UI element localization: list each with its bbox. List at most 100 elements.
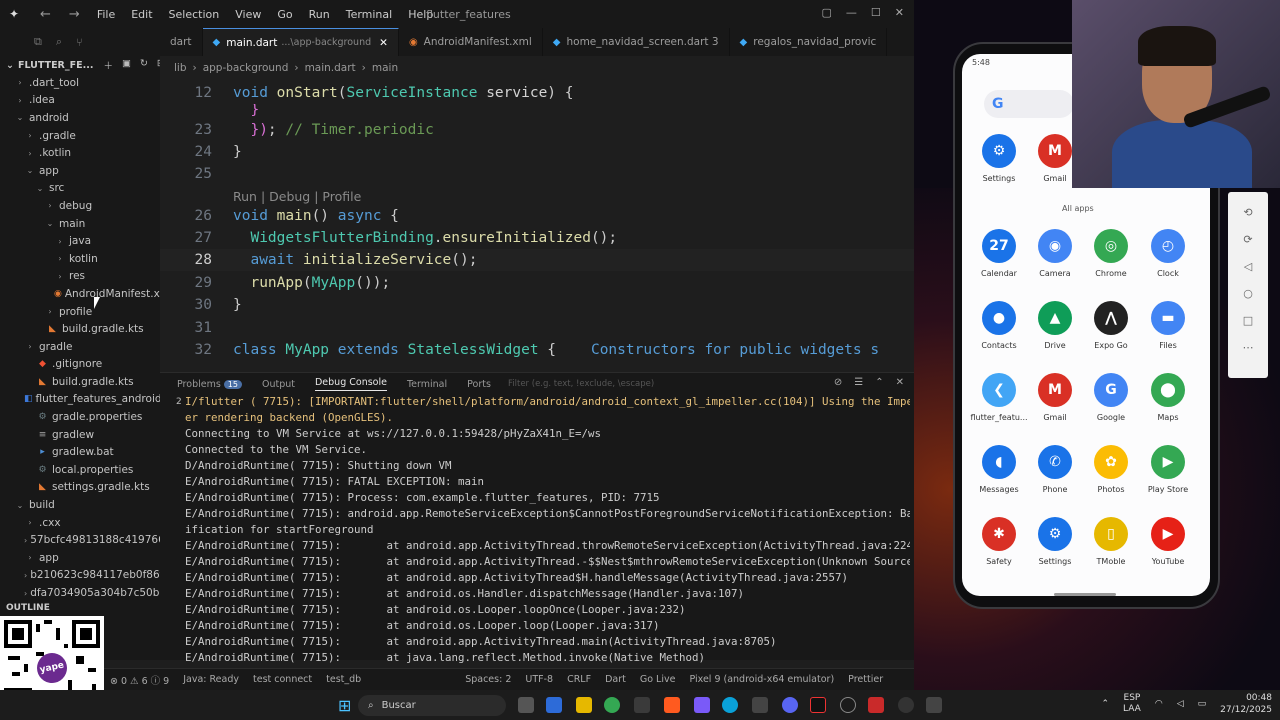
- java-status[interactable]: Java: Ready: [183, 674, 239, 685]
- app-files[interactable]: ▬ Files: [1137, 301, 1199, 350]
- app-drive[interactable]: ▲ Drive: [1024, 301, 1086, 350]
- editor-tab[interactable]: ◉ AndroidManifest.xml: [399, 28, 543, 56]
- debug-console-output[interactable]: I/flutter ( 7715): [IMPORTANT:flutter/sh…: [185, 395, 910, 667]
- editor-tab[interactable]: ◆ main.dart ...\app-background ✕: [202, 28, 399, 56]
- close-tab-icon[interactable]: ✕: [379, 37, 388, 49]
- problems-status[interactable]: ⊗ 0 ⚠ 6 ⓘ 9: [110, 673, 169, 687]
- menu-terminal[interactable]: Terminal: [346, 8, 393, 21]
- app-icon[interactable]: [840, 697, 856, 713]
- editor-tab[interactable]: ◆ regalos_navidad_provic: [730, 28, 888, 56]
- app-contacts[interactable]: ● Contacts: [968, 301, 1030, 350]
- tree-item[interactable]: › app: [0, 549, 160, 567]
- eol-status[interactable]: CRLF: [567, 674, 591, 685]
- outline-section[interactable]: OUTLINE: [0, 603, 160, 617]
- editor-tab[interactable]: dart: [160, 28, 203, 56]
- menu-file[interactable]: File: [97, 8, 115, 21]
- tree-item[interactable]: › debug: [0, 197, 160, 215]
- settings-icon[interactable]: [752, 697, 768, 713]
- overview-icon[interactable]: □: [1243, 314, 1253, 327]
- minimize-icon[interactable]: —: [846, 6, 857, 19]
- back-arrow-icon[interactable]: ←: [40, 7, 51, 22]
- tree-item[interactable]: ⚙ local.properties: [0, 461, 160, 479]
- app-settings[interactable]: ⚙ Settings: [968, 134, 1030, 183]
- app-maps[interactable]: ⬤ Maps: [1137, 373, 1199, 422]
- volume-icon[interactable]: ◁: [1177, 699, 1184, 709]
- app-messages[interactable]: ◖ Messages: [968, 445, 1030, 494]
- app-clock[interactable]: ◴ Clock: [1137, 229, 1199, 278]
- tree-item[interactable]: ⌄ android: [0, 109, 160, 127]
- tree-item[interactable]: › kotlin: [0, 250, 160, 268]
- breadcrumb-item[interactable]: app-background: [203, 62, 289, 74]
- app-flutterfeatu[interactable]: ❮ flutter_featu...: [968, 373, 1030, 422]
- device-status[interactable]: Pixel 9 (android-x64 emulator): [689, 674, 834, 685]
- tree-item[interactable]: › res: [0, 268, 160, 286]
- tree-item[interactable]: ⌄ main: [0, 215, 160, 233]
- tree-item[interactable]: ›dfa7034905a304b7c50be...: [0, 584, 160, 602]
- panel-tab-ports[interactable]: Ports: [467, 379, 491, 390]
- discord-icon[interactable]: [782, 697, 798, 713]
- task-view-icon[interactable]: [518, 697, 534, 713]
- menu-view[interactable]: View: [235, 8, 261, 21]
- google-search-bar[interactable]: G: [984, 90, 1074, 118]
- tree-item[interactable]: ◣ build.gradle.kts: [0, 373, 160, 391]
- gesture-bar[interactable]: [1054, 593, 1116, 596]
- back-icon[interactable]: ◁: [1244, 260, 1252, 273]
- app-icon[interactable]: [868, 697, 884, 713]
- app-safety[interactable]: ✱ Safety: [968, 517, 1030, 566]
- app-gmail[interactable]: M Gmail: [1024, 373, 1086, 422]
- tree-item[interactable]: ◣ build.gradle.kts: [0, 320, 160, 338]
- code-line[interactable]: 24}: [160, 141, 914, 163]
- close-panel-icon[interactable]: ✕: [896, 377, 904, 388]
- test-db-status[interactable]: test_db: [326, 674, 361, 685]
- app-phone[interactable]: ✆ Phone: [1024, 445, 1086, 494]
- tree-item[interactable]: › gradle: [0, 338, 160, 356]
- terminal-icon[interactable]: [926, 697, 942, 713]
- panel-tab-problems[interactable]: Problems 15: [177, 379, 242, 390]
- tree-item[interactable]: ⌄ build: [0, 496, 160, 514]
- explorer-header[interactable]: ⌄ FLUTTER_FE... ＋ ▣ ↻ ⊟: [0, 56, 160, 74]
- tree-item[interactable]: ◆ .gitignore: [0, 356, 160, 374]
- new-folder-icon[interactable]: ▣: [122, 58, 131, 72]
- close-icon[interactable]: ✕: [895, 6, 904, 19]
- code-line[interactable]: 25: [160, 163, 914, 185]
- app-calendar[interactable]: 27 Calendar: [968, 229, 1030, 278]
- code-line[interactable]: 26 void main() async {: [160, 205, 914, 227]
- tiktok-icon[interactable]: [810, 697, 826, 713]
- tree-item[interactable]: ⚙ gradle.properties: [0, 408, 160, 426]
- clock[interactable]: 00:48 27/12/2025: [1220, 692, 1272, 716]
- language-status[interactable]: Dart: [605, 674, 626, 685]
- list-icon[interactable]: ☰: [854, 377, 863, 388]
- code-line[interactable]: 31: [160, 317, 914, 339]
- tree-item[interactable]: ⌄ src: [0, 180, 160, 198]
- code-line[interactable]: 30}: [160, 294, 914, 316]
- app-playstore[interactable]: ▶ Play Store: [1137, 445, 1199, 494]
- app-icon[interactable]: [694, 697, 710, 713]
- rotate-right-icon[interactable]: ⟳: [1243, 233, 1252, 246]
- panel-tab-terminal[interactable]: Terminal: [407, 379, 447, 390]
- menu-edit[interactable]: Edit: [131, 8, 152, 21]
- forward-arrow-icon[interactable]: →: [69, 7, 80, 22]
- tree-item[interactable]: ›57bcfc49813188c419766...: [0, 531, 160, 549]
- brave-icon[interactable]: [664, 697, 680, 713]
- tree-item[interactable]: › java: [0, 232, 160, 250]
- panel-tab-debug-console[interactable]: Debug Console: [314, 377, 387, 391]
- tree-item[interactable]: › profile: [0, 303, 160, 321]
- clear-console-icon[interactable]: ⊘: [834, 377, 842, 388]
- tree-item[interactable]: ◣ settings.gradle.kts: [0, 479, 160, 497]
- file-explorer-icon[interactable]: [576, 697, 592, 713]
- maximize-icon[interactable]: ☐: [871, 6, 881, 19]
- tree-item[interactable]: ◧flutter_features_android.iml: [0, 391, 160, 409]
- tree-item[interactable]: ▸ gradlew.bat: [0, 443, 160, 461]
- encoding-status[interactable]: UTF-8: [525, 674, 553, 685]
- editor-tab[interactable]: ◆ home_navidad_screen.dart 3: [543, 28, 730, 56]
- copy-icon[interactable]: ⧉: [34, 35, 42, 49]
- app-camera[interactable]: ◉ Camera: [1024, 229, 1086, 278]
- battery-icon[interactable]: ▭: [1198, 699, 1207, 709]
- windows-start-icon[interactable]: ⊞: [338, 696, 351, 715]
- test-connect-status[interactable]: test connect: [253, 674, 312, 685]
- tree-item[interactable]: ⌄ app: [0, 162, 160, 180]
- new-file-icon[interactable]: ＋: [103, 58, 113, 72]
- panel-tab-output[interactable]: Output: [262, 379, 295, 390]
- code-line[interactable]: 23 }); // Timer.periodic: [160, 119, 914, 141]
- maximize-panel-icon[interactable]: ⌃: [875, 377, 883, 388]
